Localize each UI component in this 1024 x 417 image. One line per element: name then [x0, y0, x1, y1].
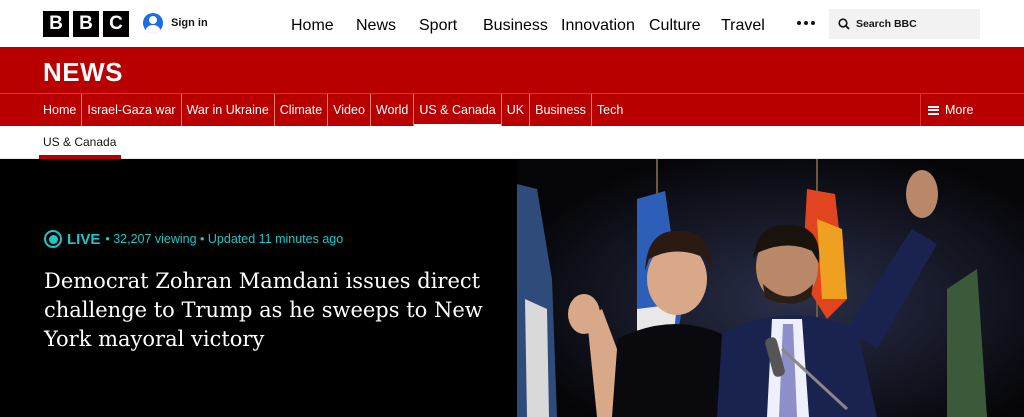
user-icon	[143, 13, 163, 33]
section-nav-video[interactable]: Video	[328, 94, 371, 126]
global-nav-travel[interactable]: Travel	[721, 17, 765, 35]
section-nav-war-in-ukraine[interactable]: War in Ukraine	[182, 94, 275, 126]
bbc-logo[interactable]: B B C	[43, 11, 129, 37]
search-label: Search BBC	[856, 18, 917, 30]
news-band: NEWS	[0, 47, 1024, 93]
logo-letter: B	[73, 11, 99, 37]
section-nav-world[interactable]: World	[371, 94, 415, 126]
hero-photo[interactable]	[517, 159, 1024, 417]
section-nav: Home Israel-Gaza war War in Ukraine Clim…	[0, 93, 1024, 127]
ellipsis-icon[interactable]	[797, 21, 815, 25]
hero-photo-illustration	[517, 159, 1024, 417]
live-meta: • 32,207 viewing • Updated 11 minutes ag…	[105, 232, 344, 246]
section-nav-climate[interactable]: Climate	[275, 94, 329, 126]
news-title[interactable]: NEWS	[43, 57, 123, 88]
more-label: More	[945, 103, 974, 117]
live-icon	[44, 230, 62, 248]
hero-headline[interactable]: Democrat Zohran Mamdani issues direct ch…	[44, 267, 514, 354]
global-nav-home[interactable]: Home	[291, 17, 334, 35]
section-nav-uk[interactable]: UK	[502, 94, 531, 126]
signin-label: Sign in	[171, 17, 208, 29]
sub-nav: US & Canada	[0, 126, 1024, 159]
global-nav-innovation[interactable]: Innovation	[561, 17, 635, 35]
signin-button[interactable]: Sign in	[143, 13, 208, 33]
logo-letter: B	[43, 11, 69, 37]
search-button[interactable]: Search BBC	[829, 9, 980, 39]
hero-story: LIVE • 32,207 viewing • Updated 11 minut…	[0, 159, 1024, 417]
section-nav-us-canada[interactable]: US & Canada	[414, 94, 502, 127]
live-label: LIVE	[67, 230, 101, 248]
section-nav-israel-gaza-war[interactable]: Israel-Gaza war	[82, 94, 182, 126]
search-icon	[838, 18, 850, 30]
global-nav-business[interactable]: Business	[483, 17, 548, 35]
global-nav-culture[interactable]: Culture	[649, 17, 701, 35]
sub-nav-us-canada[interactable]: US & Canada	[43, 135, 116, 149]
global-nav-sport[interactable]: Sport	[419, 17, 457, 35]
section-nav-business[interactable]: Business	[530, 94, 592, 126]
live-status: LIVE • 32,207 viewing • Updated 11 minut…	[44, 230, 343, 248]
more-button[interactable]: More	[920, 94, 1024, 126]
global-nav-news[interactable]: News	[356, 17, 396, 35]
global-header: B B C Sign in Home News Sport Business I…	[0, 0, 1024, 47]
menu-icon	[928, 105, 939, 115]
section-nav-tech[interactable]: Tech	[592, 94, 628, 126]
section-nav-home[interactable]: Home	[43, 94, 83, 126]
logo-letter: C	[103, 11, 129, 37]
